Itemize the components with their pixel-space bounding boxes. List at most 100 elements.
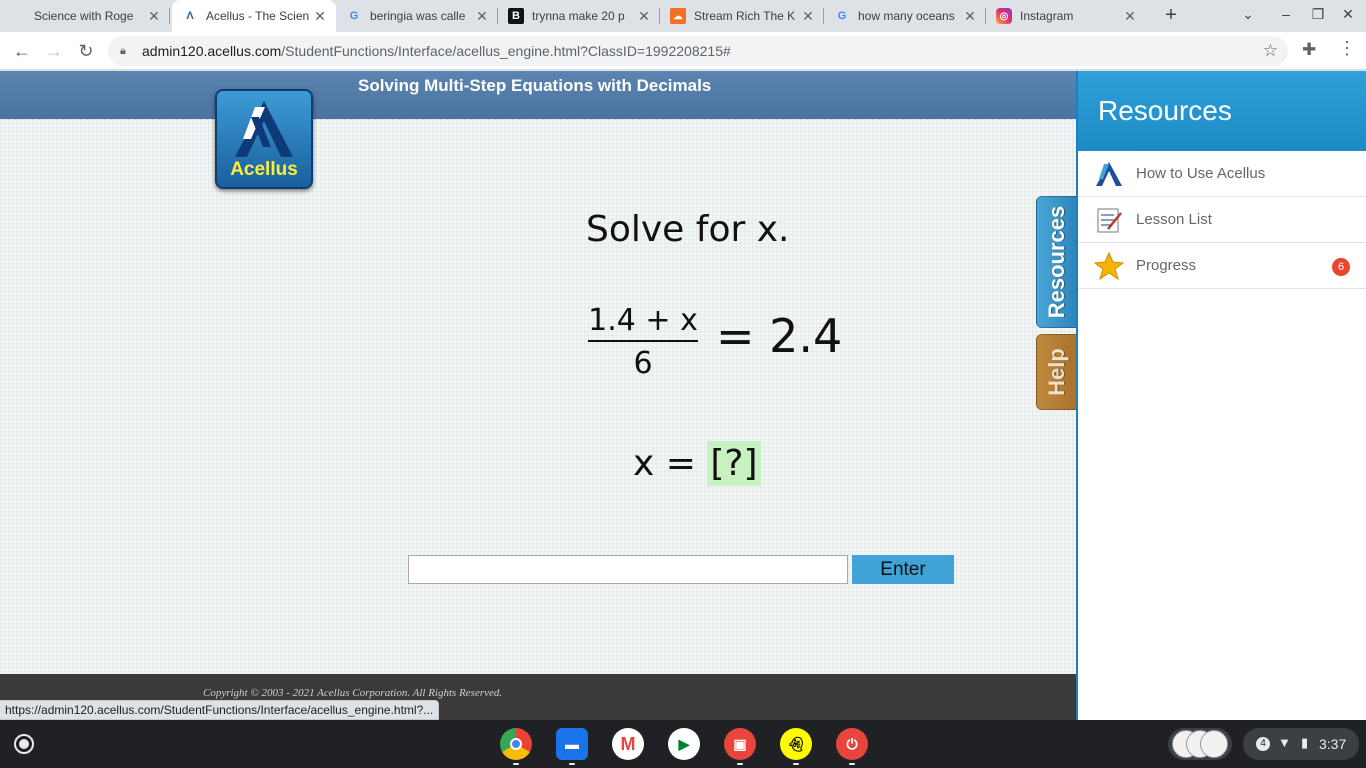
battery-icon: ▮ (1301, 735, 1309, 750)
close-icon[interactable]: ✕ (962, 8, 978, 25)
screenshot-thumbnail[interactable] (1200, 730, 1228, 758)
tab-title: Acellus - The Scien (206, 9, 310, 23)
close-icon[interactable]: ✕ (146, 8, 162, 25)
instagram-icon: ◎ (996, 8, 1012, 24)
tab-title: trynna make 20 p (532, 9, 625, 23)
url-path: /StudentFunctions/Interface/acellus_engi… (281, 43, 731, 59)
wifi-icon: ▼ (1278, 735, 1291, 750)
resource-item-label: Progress (1136, 257, 1197, 274)
answer-line: x = [?] (633, 441, 761, 486)
bookmark-star-icon[interactable]: ☆ (1263, 41, 1278, 61)
tab-title: Science with Roge (34, 9, 134, 23)
banner-edge (0, 117, 1076, 121)
tab-title: Stream Rich The K (694, 9, 796, 23)
tab-title: beringia was calle (370, 9, 466, 23)
chromeos-shelf: ▬ M ▶ ▣ 👻︎ ⏻ 4 ▼ ▮ 3:37 (0, 720, 1366, 768)
acellus-logo-icon (1096, 162, 1122, 186)
alarm-icon[interactable]: ⏻ (836, 728, 868, 760)
restore-icon[interactable]: ❐ (1308, 6, 1328, 23)
answer-placeholder: [?] (707, 441, 761, 486)
blank-icon (10, 8, 26, 24)
status-bar-url: https://admin120.acellus.com/StudentFunc… (0, 700, 440, 720)
copyright-text: Copyright © 2003 - 2021 Acellus Corporat… (203, 687, 503, 699)
tab-search-icon[interactable]: ⌄ (1238, 6, 1258, 23)
resource-item-how-to-use[interactable]: How to Use Acellus (1078, 151, 1366, 197)
question-prompt: Solve for x. (586, 209, 790, 250)
fraction-denominator: 6 (633, 346, 653, 381)
clock: 3:37 (1319, 736, 1347, 752)
new-tab-button[interactable]: + (1160, 4, 1182, 26)
answer-input[interactable] (408, 555, 848, 584)
resources-panel: Resources How to Use Acellus Lesson List (1076, 71, 1366, 720)
tab-how-many-oceans[interactable]: G how many oceans ✕ (824, 0, 986, 32)
tab-instagram[interactable]: ◎ Instagram ✕ (986, 0, 1146, 32)
tab-beringia[interactable]: G beringia was calle ✕ (336, 0, 498, 32)
acellus-logo: Acellus (215, 89, 313, 189)
tab-title: how many oceans (858, 9, 955, 23)
tab-trynna-make[interactable]: B trynna make 20 p ✕ (498, 0, 660, 32)
help-side-tab[interactable]: Help (1036, 334, 1077, 410)
meet-icon[interactable]: ▶ (668, 728, 700, 760)
tab-separator (169, 8, 170, 24)
back-icon[interactable]: ← (11, 40, 33, 62)
notification-count: 4 (1256, 737, 1270, 751)
resource-item-lesson-list[interactable]: Lesson List (1078, 197, 1366, 243)
progress-badge: 6 (1332, 258, 1350, 276)
running-indicator (737, 763, 743, 765)
close-icon[interactable]: ✕ (636, 8, 652, 25)
gmail-icon[interactable]: M (612, 728, 644, 760)
google-icon: G (837, 10, 847, 22)
minimize-icon[interactable]: – (1276, 6, 1296, 22)
snapchat-icon[interactable]: 👻︎ (780, 728, 812, 760)
close-window-icon[interactable]: ✕ (1338, 6, 1358, 23)
holding-space-tray[interactable] (1168, 728, 1232, 760)
tab-soundcloud[interactable]: ☁ Stream Rich The K ✕ (660, 0, 824, 32)
lesson-area: Solving Multi-Step Equations with Decima… (0, 71, 1076, 720)
url-text: admin120.acellus.com/StudentFunctions/In… (142, 43, 731, 59)
star-icon (1094, 251, 1124, 281)
resource-item-progress[interactable]: Progress 6 (1078, 243, 1366, 289)
close-icon[interactable]: ✕ (312, 8, 328, 25)
close-icon[interactable]: ✕ (474, 8, 490, 25)
logo-text: Acellus (230, 159, 298, 180)
resources-header: Resources (1078, 71, 1366, 151)
tab-title: Instagram (1020, 9, 1074, 23)
equation-fraction: 1.4 + x 6 (588, 303, 698, 381)
chrome-icon[interactable] (500, 728, 532, 760)
answer-prefix: x = (633, 443, 708, 484)
status-tray[interactable]: 4 ▼ ▮ 3:37 (1243, 728, 1359, 760)
tab-science-with-roge[interactable]: Science with Roge ✕ (0, 0, 170, 32)
fraction-numerator: 1.4 + x (588, 303, 698, 338)
running-indicator (569, 763, 575, 765)
google-icon: G (349, 10, 359, 22)
extensions-puzzle-icon[interactable]: ✚ (1302, 40, 1316, 60)
reload-icon[interactable]: ↻ (75, 40, 97, 62)
address-bar[interactable]: 🔒︎ admin120.acellus.com/StudentFunctions… (108, 36, 1288, 66)
running-indicator (513, 763, 519, 765)
soundcloud-icon: ☁ (670, 8, 686, 24)
enter-button[interactable]: Enter (852, 555, 954, 584)
more-menu-icon[interactable]: ⋮ (1338, 38, 1356, 59)
page-content: Solving Multi-Step Equations with Decima… (0, 71, 1366, 720)
resource-item-label: Lesson List (1136, 211, 1212, 228)
url-host: admin120.acellus.com (142, 43, 282, 59)
notepad-icon (1097, 208, 1122, 233)
lesson-title: Solving Multi-Step Equations with Decima… (358, 76, 712, 95)
acellus-mark-icon (235, 101, 293, 157)
close-icon[interactable]: ✕ (800, 8, 816, 25)
running-indicator (793, 763, 799, 765)
help-side-tab-label: Help (1043, 348, 1069, 396)
resources-side-tab-label: Resources (1043, 205, 1069, 319)
resources-side-tab[interactable]: Resources (1036, 196, 1077, 328)
bold-b-icon: B (508, 8, 524, 24)
launcher-icon[interactable] (14, 734, 34, 754)
acellus-icon: Λ (186, 10, 194, 22)
gallery-icon[interactable]: ▣ (724, 728, 756, 760)
forward-icon[interactable]: → (43, 40, 65, 62)
lock-icon: 🔒︎ (120, 45, 126, 57)
close-icon[interactable]: ✕ (1122, 8, 1138, 25)
tab-acellus[interactable]: Λ Acellus - The Scien ✕ (172, 0, 336, 32)
tab-strip: Science with Roge ✕ Λ Acellus - The Scie… (0, 0, 1366, 32)
resource-item-label: How to Use Acellus (1136, 165, 1266, 182)
files-icon[interactable]: ▬ (556, 728, 588, 760)
